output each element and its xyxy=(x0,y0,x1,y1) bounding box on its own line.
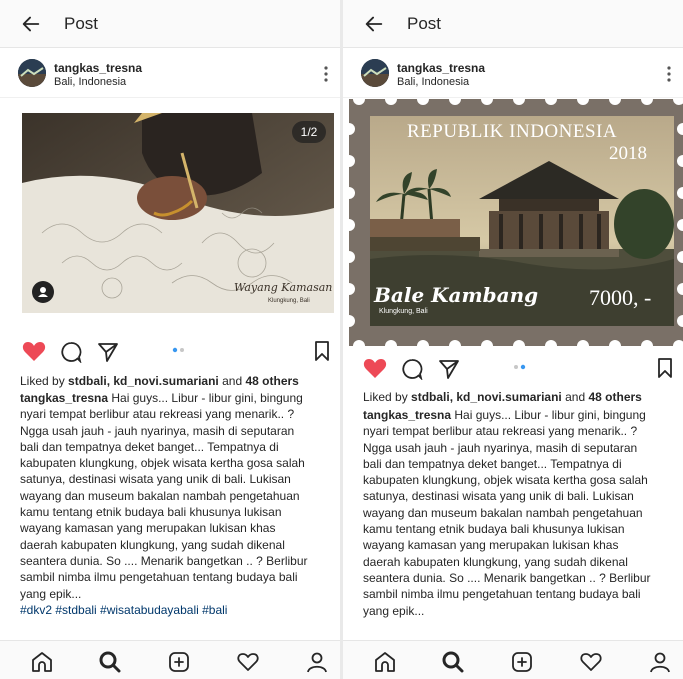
post-header: tangkas_tresna Bali, Indonesia xyxy=(0,50,340,98)
likes-summary[interactable]: Liked by stdbali, kd_novi.sumariani and … xyxy=(20,374,299,388)
watermark-title: Wayang Kamasan xyxy=(234,281,333,294)
post-header: tangkas_tresna Bali, Indonesia xyxy=(343,50,683,98)
liked-by-and: and xyxy=(222,374,243,388)
caption-line: daerah kabupaten klungkung, yang sudah d… xyxy=(363,554,628,569)
more-options-icon[interactable] xyxy=(322,64,330,84)
stamp-value-text: 7000, - xyxy=(589,285,652,310)
caption-line: wayang dan museum bakalan nambah pengeta… xyxy=(20,488,300,503)
post-photo[interactable]: REPUBLIK INDONESIA 2018 Bale Kambang Klu… xyxy=(349,99,683,346)
carousel-dots-indicator xyxy=(514,364,526,370)
caption-line: Hai guys... Libur - libur gini, bingung xyxy=(454,408,646,422)
share-icon[interactable] xyxy=(438,358,460,380)
caption-username[interactable]: tangkas_tresna xyxy=(363,408,451,422)
caption-line: kabupaten klungkung, objek wisata kertha… xyxy=(20,456,305,471)
action-row xyxy=(343,353,683,387)
caption-line: wayang kamasan yang merupakan lukisan kh… xyxy=(363,538,619,553)
caption-line: seantera dunia. So .... Menarik bangetka… xyxy=(20,553,308,568)
avatar[interactable] xyxy=(18,59,46,87)
caption-line: Hai guys... Libur - libur gini, bingung xyxy=(111,391,303,405)
profile-icon[interactable] xyxy=(305,650,329,674)
caption-line: Ngga usah jauh - jauh nyarinya, masih di… xyxy=(363,440,638,455)
carousel-counter: 1/2 xyxy=(292,121,326,143)
save-bookmark-icon[interactable] xyxy=(657,357,673,379)
caption-line: kamu tentang etnik budaya bali khusunya … xyxy=(20,505,282,520)
comment-icon[interactable] xyxy=(60,341,82,363)
stamp-year-text: 2018 xyxy=(609,143,647,164)
post-location[interactable]: Bali, Indonesia xyxy=(397,76,469,88)
page-title: Post xyxy=(64,14,99,33)
liked-by-and: and xyxy=(565,390,586,404)
search-icon[interactable] xyxy=(441,650,465,674)
liked-by-users[interactable]: stdbali, kd_novi.sumariani xyxy=(68,374,219,388)
post-caption: tangkas_tresna Hai guys... Libur - libur… xyxy=(20,390,335,618)
caption-hashtags[interactable]: #dkv2 #stdbali #wisatabudayabali #bali xyxy=(20,603,227,617)
back-arrow-icon[interactable] xyxy=(20,13,42,35)
caption-line: nyari tempat berlibur atau rekreasi yang… xyxy=(20,407,295,422)
add-post-icon[interactable] xyxy=(510,650,534,674)
carousel-dots-indicator xyxy=(172,347,184,353)
caption-line: satunya, destinasi wisata yang unik di b… xyxy=(20,472,291,487)
more-options-icon[interactable] xyxy=(665,64,673,84)
caption-line: yang epik... xyxy=(20,586,82,601)
share-icon[interactable] xyxy=(97,341,119,363)
page-title: Post xyxy=(407,14,442,33)
like-heart-icon[interactable] xyxy=(22,340,46,362)
caption-line: kabupaten klungkung, objek wisata kertha… xyxy=(363,473,648,488)
tagged-people-icon[interactable] xyxy=(32,281,54,303)
caption-line: bali dan tempatnya deket banget... Tempa… xyxy=(363,456,622,471)
caption-line: sambil nimba ilmu pengetahuan tentang bu… xyxy=(20,570,298,585)
comment-icon[interactable] xyxy=(401,358,423,380)
post-username[interactable]: tangkas_tresna xyxy=(54,61,142,75)
post-location[interactable]: Bali, Indonesia xyxy=(54,76,126,88)
like-heart-icon[interactable] xyxy=(363,357,387,379)
caption-line: kamu tentang etnik budaya bali khusunya … xyxy=(363,522,625,537)
post-photo[interactable]: 1/2 Wayang Kamasan Klungkung, Bali xyxy=(22,113,334,313)
likes-summary[interactable]: Liked by stdbali, kd_novi.sumariani and … xyxy=(363,390,642,404)
caption-username[interactable]: tangkas_tresna xyxy=(20,391,108,405)
stamp-country-text: REPUBLIK INDONESIA xyxy=(407,121,618,142)
post-screen-right: Post tangkas_tresna Bali, Indonesia REPU… xyxy=(343,0,683,679)
stamp-title-text: Bale Kambang xyxy=(374,283,539,307)
action-row xyxy=(0,336,340,370)
caption-line: wayang kamasan yang merupakan lukisan kh… xyxy=(20,521,276,536)
activity-heart-icon[interactable] xyxy=(236,650,260,674)
caption-line: yang epik... xyxy=(363,603,425,618)
home-icon[interactable] xyxy=(373,650,397,674)
liked-by-prefix: Liked by xyxy=(363,390,408,404)
caption-line: daerah kabupaten klungkung, yang sudah d… xyxy=(20,537,285,552)
home-icon[interactable] xyxy=(30,650,54,674)
liked-by-prefix: Liked by xyxy=(20,374,65,388)
watermark-subtitle: Klungkung, Bali xyxy=(268,298,310,304)
caption-line: wayang dan museum bakalan nambah pengeta… xyxy=(363,505,643,520)
caption-line: sambil nimba ilmu pengetahuan tentang bu… xyxy=(363,587,641,602)
top-bar: Post xyxy=(343,0,683,48)
activity-heart-icon[interactable] xyxy=(579,650,603,674)
back-arrow-icon[interactable] xyxy=(363,13,385,35)
liked-by-users[interactable]: stdbali, kd_novi.sumariani xyxy=(411,390,562,404)
caption-line: nyari tempat berlibur atau rekreasi yang… xyxy=(363,424,638,439)
post-caption: tangkas_tresna Hai guys... Libur - libur… xyxy=(363,407,678,619)
bottom-nav xyxy=(343,640,683,679)
post-username[interactable]: tangkas_tresna xyxy=(397,61,485,75)
bottom-nav xyxy=(0,640,340,679)
post-screen-left: Post tangkas_tresna Bali, Indonesia 1/2 … xyxy=(0,0,340,679)
liked-by-others[interactable]: 48 others xyxy=(245,374,298,388)
profile-icon[interactable] xyxy=(648,650,672,674)
liked-by-others[interactable]: 48 others xyxy=(588,390,641,404)
top-bar: Post xyxy=(0,0,340,48)
avatar[interactable] xyxy=(361,59,389,87)
caption-line: seantera dunia. So .... Menarik bangetka… xyxy=(363,570,651,585)
add-post-icon[interactable] xyxy=(167,650,191,674)
caption-line: Ngga usah jauh - jauh nyarinya, masih di… xyxy=(20,423,295,438)
search-icon[interactable] xyxy=(98,650,122,674)
caption-line: satunya, destinasi wisata yang unik di b… xyxy=(363,489,634,504)
save-bookmark-icon[interactable] xyxy=(314,340,330,362)
caption-line: bali dan tempatnya deket banget... Tempa… xyxy=(20,439,279,454)
stamp-subtitle-text: Klungkung, Bali xyxy=(379,308,428,315)
